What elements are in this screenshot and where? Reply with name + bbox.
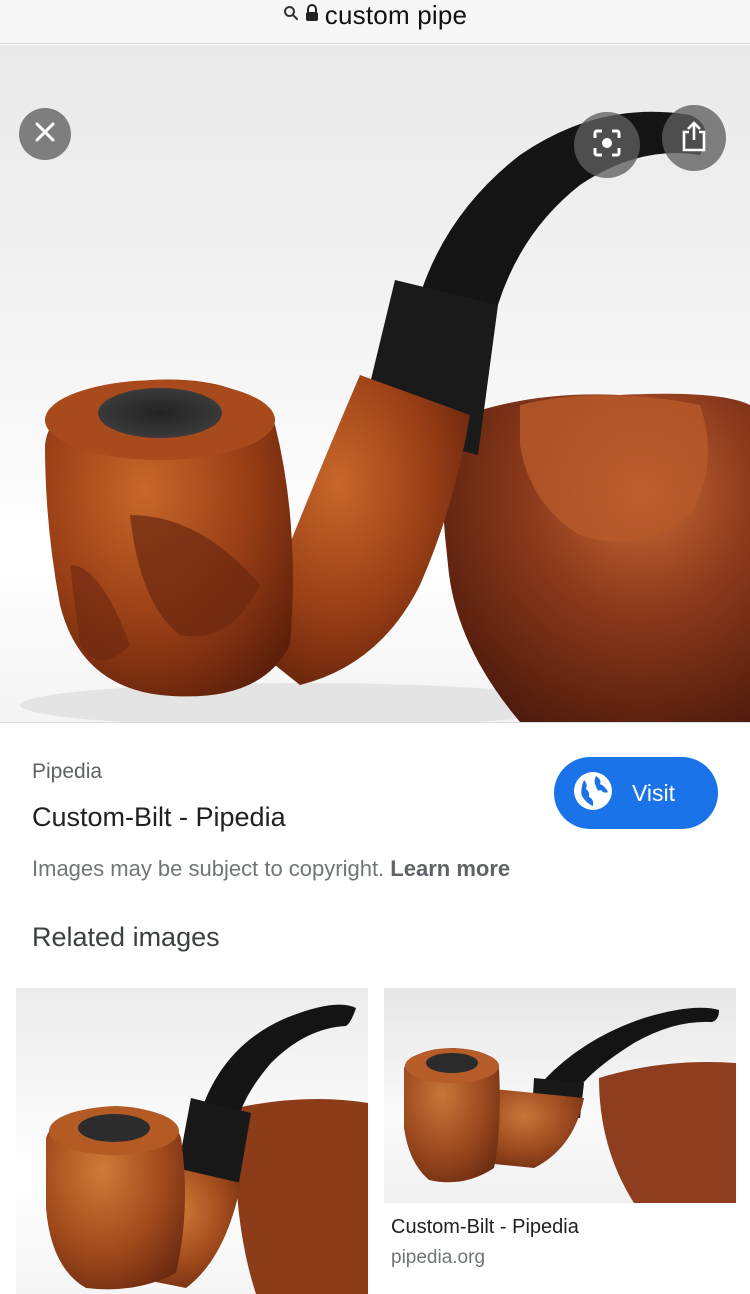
share-button[interactable] [662, 105, 726, 171]
visit-label: Visit [632, 779, 676, 806]
close-icon [34, 121, 56, 148]
related-images-heading: Related images [32, 922, 220, 952]
divider [0, 722, 750, 723]
copyright-text: Images may be subject to copyright. [32, 856, 385, 881]
globe-icon [572, 770, 614, 817]
related-image-1[interactable] [16, 988, 368, 1294]
url-text: custom pipe [324, 0, 468, 30]
related-item-title[interactable]: Custom-Bilt - Pipedia [391, 1216, 579, 1239]
pipe-thumbnail-1 [46, 1004, 368, 1294]
lens-icon [591, 127, 623, 164]
share-icon [680, 120, 708, 157]
url-bar[interactable]: custom pipe [0, 0, 750, 44]
related-item-domain: pipedia.org [391, 1247, 486, 1268]
visit-button[interactable]: Visit [554, 757, 718, 829]
lock-icon [305, 4, 319, 27]
close-button[interactable] [19, 108, 71, 160]
search-icon [283, 5, 299, 26]
related-image-2[interactable] [384, 988, 736, 1203]
copyright-notice: Images may be subject to copyright. Lear… [32, 856, 510, 882]
hero-image[interactable] [0, 45, 750, 722]
lens-button[interactable] [574, 112, 640, 178]
source-name: Pipedia [32, 760, 103, 783]
result-title[interactable]: Custom-Bilt - Pipedia [32, 802, 286, 833]
learn-more-link[interactable]: Learn more [390, 856, 510, 881]
pipe-thumbnail-2 [404, 1007, 736, 1203]
